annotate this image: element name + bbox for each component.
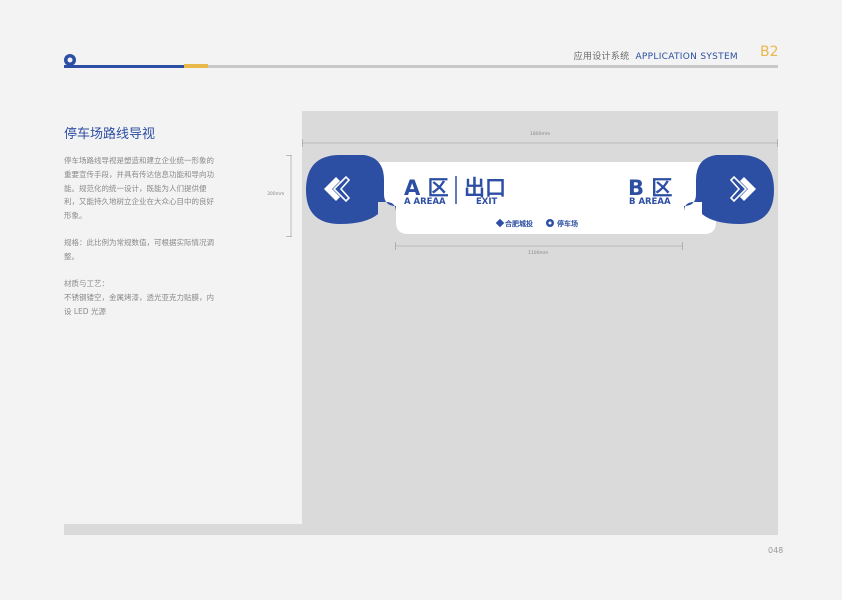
zone-a-en-label: A AREAA xyxy=(404,197,446,207)
height-dimension-line xyxy=(286,155,292,237)
exit-en-label: EXIT xyxy=(476,197,498,207)
material-paragraph: 材质与工艺： 不锈钢镂空，金属烤漆，透光亚克力贴膜，内设 LED 光源 xyxy=(64,279,214,316)
section-label-cn: 应用设计系统 xyxy=(573,52,630,62)
description-paragraph: 停车场路线导视是塑造和建立企业统一形象的重要宣传手段，并具有传达信息功能和导向功… xyxy=(64,156,214,221)
header-rule xyxy=(64,64,778,68)
width-dimension-line xyxy=(302,139,778,147)
zone-b-en-label: B AREAA xyxy=(629,197,671,207)
section-label-en: APPLICATION SYSTEM xyxy=(635,52,738,62)
brand-1-label: 合肥城投 xyxy=(505,220,533,228)
section-label: 应用设计系统 APPLICATION SYSTEM xyxy=(574,49,738,62)
brand-logo-2-icon xyxy=(546,219,554,227)
parking-sign xyxy=(306,155,774,234)
inner-width-dimension-label: 1100mm xyxy=(528,251,549,256)
brand-2-label: 停车场 xyxy=(557,220,578,228)
width-dimension-label: 1800mm xyxy=(530,132,551,137)
inner-width-dimension-line xyxy=(395,242,683,250)
bottom-strip xyxy=(64,524,302,535)
logo-icon xyxy=(64,54,76,66)
page-title: 停车场路线导视 xyxy=(64,127,156,142)
height-dimension-label: 300mm xyxy=(267,192,285,197)
section-code: B2 xyxy=(760,44,779,60)
page-number: 048 xyxy=(768,546,784,555)
spec-paragraph: 规格：此比例为常规数值，可根据实际情况调整。 xyxy=(64,238,214,261)
